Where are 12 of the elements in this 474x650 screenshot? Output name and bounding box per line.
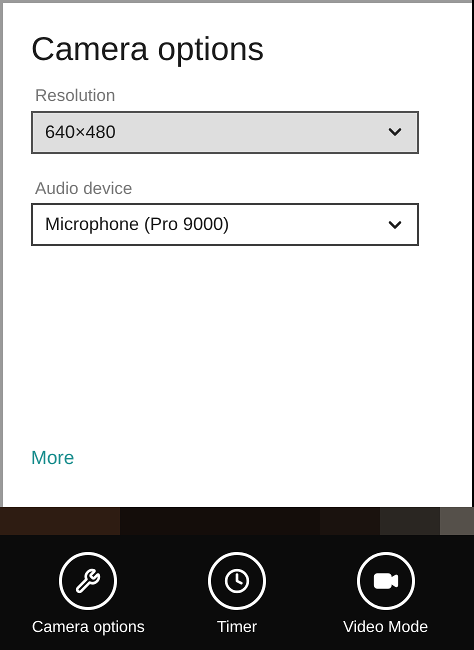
panel-title: Camera options [31,29,264,69]
field-label: Audio device [35,178,132,200]
wrench-icon [59,552,118,610]
more-link[interactable]: More [31,444,74,473]
field-label: Resolution [35,85,116,107]
video-camera-icon [356,552,415,610]
app-bar-button[interactable]: Timer [166,552,307,640]
clock-icon [208,552,266,610]
app-bar-button[interactable]: Camera options [18,552,158,640]
dropdown[interactable]: 640×480 [31,110,419,154]
dropdown[interactable]: Microphone (Pro 9000) [31,203,419,246]
app-bar-button[interactable]: Video Mode [316,552,456,640]
